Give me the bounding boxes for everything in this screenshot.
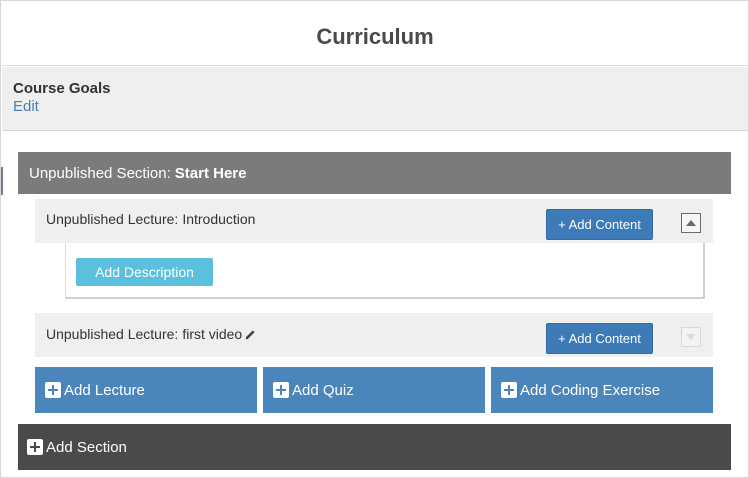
page-title: Curriculum [316,23,434,49]
add-section-label: Add Section [46,438,127,456]
lecture-label: Unpublished Lecture: Introduction [46,211,255,227]
add-quiz-label: Add Quiz [292,381,354,399]
pencil-icon[interactable] [245,329,256,340]
lecture-name: first video [182,326,243,342]
curriculum-panel: Curriculum Course Goals Edit Unpublished… [0,0,749,478]
course-goals-title: Course Goals [13,80,111,97]
caret-up-icon [686,220,696,226]
add-lecture-button[interactable]: Add Lecture [35,367,257,413]
lecture-row[interactable]: Unpublished Lecture: first video + Add C… [35,313,713,357]
add-quiz-button[interactable]: Add Quiz [263,367,485,413]
lecture-label: Unpublished Lecture: first video [46,326,256,342]
page-header: Curriculum [2,2,748,66]
course-goals-panel: Course Goals Edit [2,67,748,131]
add-content-button[interactable]: + Add Content [546,209,653,240]
section-name: Start Here [174,164,247,182]
course-goals-edit-link[interactable]: Edit [13,98,748,115]
plus-icon [45,382,61,398]
expand-toggle-button[interactable] [681,327,701,347]
plus-icon [273,382,289,398]
lecture-name: Introduction [182,211,256,227]
add-coding-exercise-button[interactable]: Add Coding Exercise [491,367,713,413]
plus-icon [501,382,517,398]
add-content-button[interactable]: + Add Content [546,323,653,354]
add-coding-exercise-label: Add Coding Exercise [520,381,661,399]
lecture-body: Add Description [65,243,705,299]
caret-down-icon [686,334,696,340]
add-description-button[interactable]: Add Description [76,258,213,286]
add-section-button[interactable]: Add Section [18,424,731,470]
collapse-toggle-button[interactable] [681,213,701,233]
left-edge-marker [1,167,3,195]
plus-icon [27,439,43,455]
lecture-prefix: Unpublished Lecture: [46,211,179,227]
section-prefix: Unpublished Section: [29,164,171,182]
add-lecture-label: Add Lecture [64,381,145,399]
lecture-prefix: Unpublished Lecture: [46,326,179,342]
section-header[interactable]: Unpublished Section: Start Here [18,152,731,194]
lecture-row[interactable]: Unpublished Lecture: Introduction + Add … [35,199,713,243]
